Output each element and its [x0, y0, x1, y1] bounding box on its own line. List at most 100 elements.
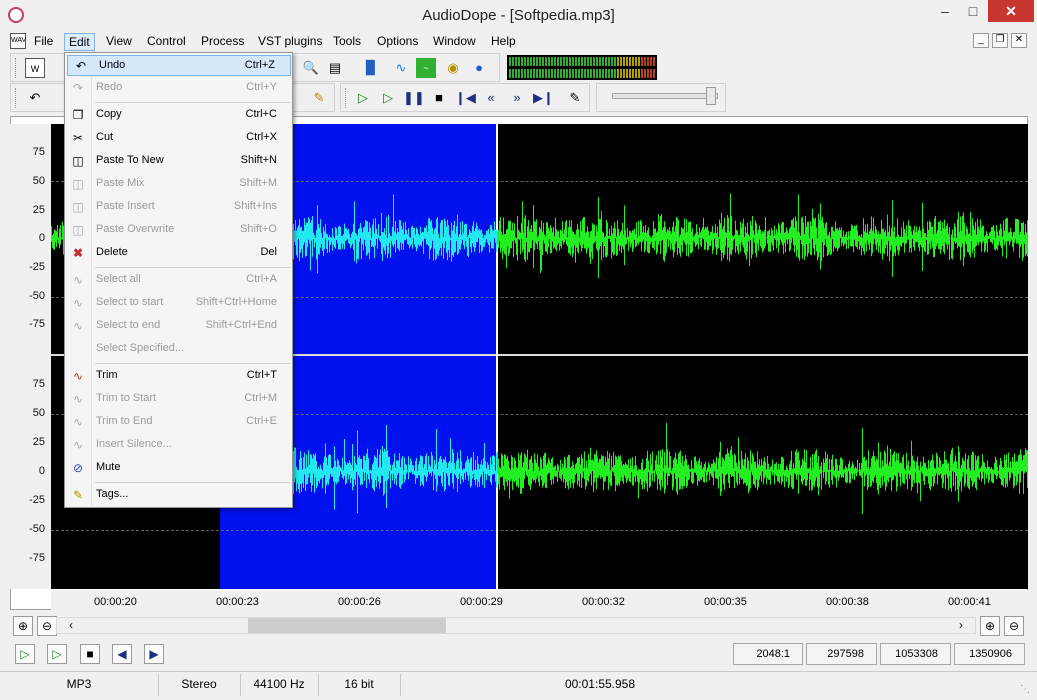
time-label: 00:00:41	[948, 596, 991, 608]
menu-view[interactable]: View	[102, 33, 136, 51]
time-label: 00:00:23	[216, 596, 259, 608]
menu-process[interactable]: Process	[197, 33, 248, 51]
go-start-icon[interactable]: ◀	[112, 644, 132, 664]
zoom-out-vertical-icon[interactable]: ⊖	[1004, 616, 1024, 636]
volume-slider[interactable]	[612, 93, 718, 99]
menu-item-select-all[interactable]: ∿ Select all Ctrl+A	[65, 270, 292, 291]
disc-icon[interactable]: ◉	[443, 58, 463, 78]
menu-item-shortcut: Ctrl+X	[246, 131, 277, 143]
maximize-icon[interactable]: □	[958, 0, 988, 22]
minimize-icon[interactable]: –	[930, 0, 960, 22]
menu-item-paste-overwrite[interactable]: ◫ Paste Overwrite Shift+O	[65, 220, 292, 241]
y-label: 25	[32, 436, 45, 448]
toolbar-grip[interactable]	[15, 58, 19, 78]
menu-item-label: Paste Mix	[96, 177, 145, 189]
status-bar: MP3 Stereo 44100 Hz 16 bit 00:01:55.958 …	[0, 671, 1037, 700]
spectrum-icon[interactable]: ▉	[361, 58, 381, 78]
scroll-left-icon[interactable]: ‹	[69, 618, 73, 632]
fit-width-icon[interactable]: ▤	[325, 58, 345, 78]
menu-item-mute[interactable]: ⊘ Mute	[65, 458, 292, 479]
menu-item-label: Select all	[96, 273, 141, 285]
play-icon[interactable]: ▷	[353, 88, 373, 108]
tags-icon[interactable]: ✎	[309, 88, 329, 108]
pause-icon[interactable]: ❚❚	[403, 88, 425, 108]
play-selection-icon[interactable]: ▷	[47, 644, 67, 664]
edit-menu-dropdown: ↶ Undo Ctrl+Z ↷ Redo Ctrl+Y ❐ Copy Ctrl+…	[64, 52, 293, 508]
mdi-restore-icon[interactable]: ❐	[992, 33, 1008, 48]
stop-icon[interactable]: ■	[80, 644, 100, 664]
menu-item-paste-mix[interactable]: ◫ Paste Mix Shift+M	[65, 174, 292, 195]
menu-item-cut[interactable]: ✂ Cut Ctrl+X	[65, 128, 292, 149]
menu-item-delete[interactable]: ✖ Delete Del	[65, 243, 292, 264]
scrollbar-thumb[interactable]	[248, 618, 446, 633]
close-icon[interactable]: ✕	[988, 0, 1034, 22]
rewind-icon[interactable]: «	[481, 88, 501, 108]
document-icon: WAV	[10, 33, 26, 49]
menu-separator	[95, 363, 290, 364]
menu-item-redo[interactable]: ↷ Redo Ctrl+Y	[65, 78, 292, 99]
go-start-icon[interactable]: ❙◀	[455, 88, 476, 108]
go-end-icon[interactable]: ▶	[144, 644, 164, 664]
menu-help[interactable]: Help	[487, 33, 520, 51]
zoom-in-vertical-icon[interactable]: ⊕	[980, 616, 1000, 636]
zoom-in-icon[interactable]: ⊕	[13, 616, 33, 636]
menu-item-trim-to-start[interactable]: ∿ Trim to Start Ctrl+M	[65, 389, 292, 410]
toolbar-grip[interactable]	[345, 88, 349, 108]
play-selection-icon[interactable]: ▷	[378, 88, 398, 108]
globe-icon[interactable]: ●	[469, 58, 489, 78]
menu-item-copy[interactable]: ❐ Copy Ctrl+C	[65, 105, 292, 126]
menu-item-shortcut: Ctrl+E	[246, 415, 277, 427]
paste-icon: ◫	[72, 154, 84, 168]
waveform-icon[interactable]: ∿	[391, 58, 411, 78]
stop-icon[interactable]: ■	[429, 88, 449, 108]
menu-item-select-specified[interactable]: Select Specified...	[65, 339, 292, 360]
menu-item-undo[interactable]: ↶ Undo Ctrl+Z	[67, 55, 291, 76]
menu-file[interactable]: File	[30, 33, 57, 51]
toolbar-transport: ▷ ▷ ❚❚ ■ ❙◀ « » ▶❙ ✎	[340, 83, 590, 112]
y-label: 75	[32, 378, 45, 390]
effect-icon[interactable]: ~	[416, 58, 436, 78]
trim-icon: ∿	[72, 392, 84, 406]
fast-forward-icon[interactable]: »	[507, 88, 527, 108]
menu-item-label: Undo	[99, 59, 126, 71]
zoom-icon[interactable]: 🔍	[301, 58, 321, 78]
menu-options[interactable]: Options	[373, 33, 422, 51]
scroll-right-icon[interactable]: ›	[959, 618, 963, 632]
menu-item-label: Select to start	[96, 296, 164, 308]
menu-window[interactable]: Window	[429, 33, 480, 51]
mdi-minimize-icon[interactable]: _	[973, 33, 989, 48]
go-end-icon[interactable]: ▶❙	[533, 88, 554, 108]
menu-item-select-to-start[interactable]: ∿ Select to start Shift+Ctrl+Home	[65, 293, 292, 314]
menu-item-tags[interactable]: ✎ Tags...	[65, 485, 292, 506]
zoom-out-icon[interactable]: ⊖	[37, 616, 57, 636]
menu-item-paste-to-new[interactable]: ◫ Paste To New Shift+N	[65, 151, 292, 172]
wave-select-icon: ∿	[72, 296, 84, 310]
menu-item-select-to-end[interactable]: ∿ Select to end Shift+Ctrl+End	[65, 316, 292, 337]
menu-tools[interactable]: Tools	[329, 33, 365, 51]
menu-edit[interactable]: Edit	[64, 33, 95, 51]
toolbar-grip[interactable]	[15, 88, 19, 108]
menu-separator	[95, 267, 290, 268]
resize-grip-icon[interactable]: ⋱	[1020, 684, 1030, 695]
menu-item-insert-silence[interactable]: ∿ Insert Silence...	[65, 435, 292, 456]
horizontal-scrollbar[interactable]	[56, 617, 976, 634]
menu-item-paste-insert[interactable]: ◫ Paste Insert Shift+Ins	[65, 197, 292, 218]
menu-control[interactable]: Control	[143, 33, 190, 51]
time-ruler: 00:00:20 00:00:23 00:00:26 00:00:29 00:0…	[51, 590, 1028, 610]
menu-item-trim[interactable]: ∿ Trim Ctrl+T	[65, 366, 292, 387]
new-file-icon[interactable]: W	[25, 58, 45, 78]
mdi-close-icon[interactable]: ✕	[1011, 33, 1027, 48]
menu-item-trim-to-end[interactable]: ∿ Trim to End Ctrl+E	[65, 412, 292, 433]
status-format: MP3	[66, 677, 92, 691]
undo-icon[interactable]: ↶	[25, 88, 45, 108]
time-label: 00:00:35	[704, 596, 747, 608]
play-icon[interactable]: ▷	[15, 644, 35, 664]
delete-icon: ✖	[72, 246, 84, 260]
menu-vst-plugins[interactable]: VST plugins	[254, 33, 326, 51]
status-channels: Stereo	[181, 677, 217, 691]
menu-item-label: Tags...	[96, 488, 129, 500]
time-label: 00:00:32	[582, 596, 625, 608]
volume-slider-thumb[interactable]	[706, 87, 716, 105]
record-mic-icon[interactable]: ✎	[565, 88, 585, 108]
waveform-channel-right	[497, 422, 1028, 514]
